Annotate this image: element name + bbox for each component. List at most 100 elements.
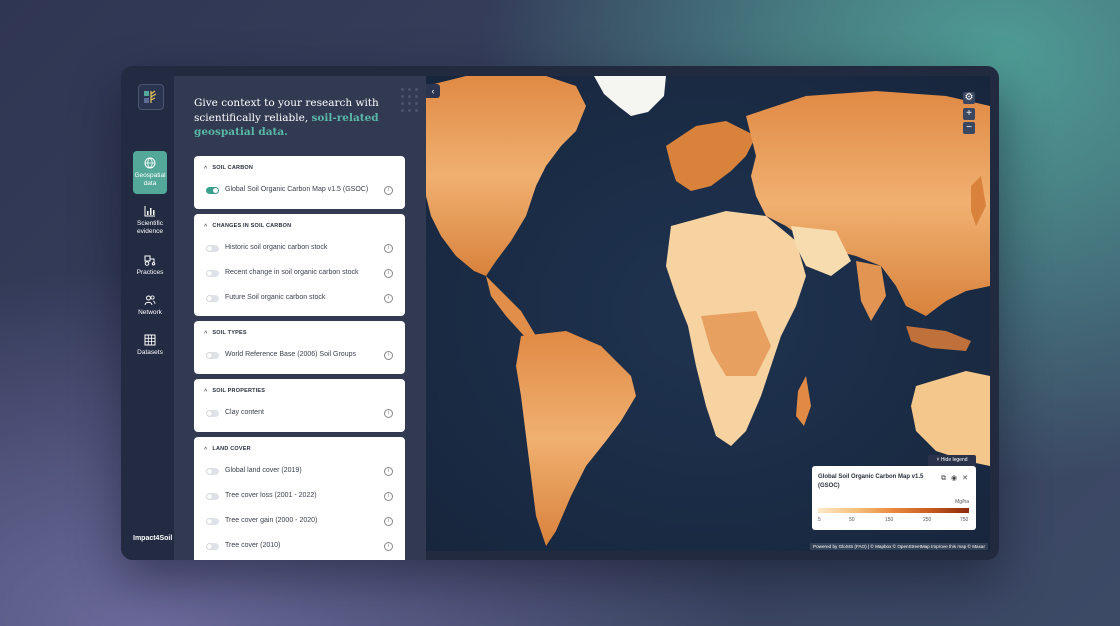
- layer-row: Historic soil organic carbon stock i: [206, 243, 395, 255]
- section-header[interactable]: ˄ CHANGES IN SOIL CARBON: [204, 223, 291, 229]
- section-soil-properties: ˄ SOIL PROPERTIES Clay content i: [194, 379, 405, 432]
- layer-row: Clay content i: [206, 408, 395, 420]
- app-logo[interactable]: [138, 84, 164, 110]
- nav-item-practices[interactable]: Practices: [133, 254, 167, 277]
- map-attribution[interactable]: Powered by GloSIS (FAO) | © Mapbox © Ope…: [810, 543, 988, 550]
- layer-toggle[interactable]: [206, 270, 219, 277]
- info-icon[interactable]: i: [384, 467, 393, 476]
- brand-name: Impact4Soil: [133, 535, 173, 542]
- section-land-cover: ˄ LAND COVER Global land cover (2019) i T…: [194, 437, 405, 560]
- layer-toggle[interactable]: [206, 245, 219, 252]
- layers-icon[interactable]: ⧉: [941, 475, 946, 482]
- decorative-dots: [399, 86, 419, 114]
- legend-tick: 150: [885, 517, 894, 523]
- bar-chart-icon: [144, 206, 155, 217]
- section-header[interactable]: ˄ LAND COVER: [204, 446, 251, 452]
- layer-row: Global land cover (2019) i: [206, 466, 395, 478]
- layer-label: Global Soil Organic Carbon Map v1.5 (GSO…: [225, 186, 369, 193]
- chevron-up-icon: ˄: [204, 388, 208, 394]
- nav-item-network[interactable]: Network: [133, 294, 167, 317]
- layer-label: Clay content: [225, 409, 264, 416]
- legend-tick: 5: [818, 517, 821, 523]
- nav-item-label: Geospatial data: [134, 172, 166, 187]
- layer-toggle[interactable]: [206, 543, 219, 550]
- layer-row: Tree cover (2010) i: [206, 541, 395, 553]
- hide-legend-label: Hide legend: [940, 457, 968, 463]
- eye-icon[interactable]: ◉: [951, 475, 957, 482]
- layer-toggle[interactable]: [206, 518, 219, 525]
- nav-item-label: Scientific evidence: [136, 220, 164, 235]
- layer-row: Future Soil organic carbon stock i: [206, 293, 395, 305]
- layer-row: Tree cover gain (2000 - 2020) i: [206, 516, 395, 528]
- section-header[interactable]: ˄ SOIL CARBON: [204, 165, 253, 171]
- nav-item-geospatial-data[interactable]: Geospatial data: [133, 151, 167, 194]
- layer-row: World Reference Base (2006) Soil Groups …: [206, 350, 395, 362]
- legend-tick: 50: [849, 517, 855, 523]
- zoom-in-button[interactable]: +: [963, 108, 975, 120]
- info-icon[interactable]: i: [384, 517, 393, 526]
- chevron-up-icon: ˄: [204, 446, 208, 452]
- nav-item-label: Datasets: [137, 349, 163, 356]
- hide-legend-button[interactable]: ˅ Hide legend: [928, 455, 976, 466]
- chevron-up-icon: ˄: [204, 165, 208, 171]
- nav-item-label: Network: [138, 309, 162, 316]
- info-icon[interactable]: i: [384, 492, 393, 501]
- layer-label: Recent change in soil organic carbon sto…: [225, 269, 359, 276]
- layer-toggle[interactable]: [206, 352, 219, 359]
- chevron-up-icon: ˄: [204, 223, 208, 229]
- section-title: LAND COVER: [212, 446, 251, 452]
- layer-label: Future Soil organic carbon stock: [225, 294, 326, 301]
- legend-color-ramp: [818, 508, 969, 513]
- info-icon[interactable]: i: [384, 351, 393, 360]
- layer-row: Tree cover loss (2001 - 2022) i: [206, 491, 395, 503]
- nav-item-datasets[interactable]: Datasets: [133, 334, 167, 357]
- info-icon[interactable]: i: [384, 409, 393, 418]
- settings-icon[interactable]: ⚙: [963, 92, 975, 104]
- users-icon: [144, 295, 156, 306]
- layer-label: Tree cover loss (2001 - 2022): [225, 492, 317, 499]
- layer-toggle[interactable]: [206, 187, 219, 194]
- layer-label: World Reference Base (2006) Soil Groups: [225, 351, 356, 358]
- map-view[interactable]: ‹ ⚙ + − ˅ Hide legend Global Soil Organi…: [426, 76, 990, 551]
- layer-label: Historic soil organic carbon stock: [225, 244, 328, 251]
- nav-item-scientific-evidence[interactable]: Scientific evidence: [133, 205, 167, 236]
- layer-label: Global land cover (2019): [225, 467, 302, 474]
- layer-row: Recent change in soil organic carbon sto…: [206, 268, 395, 280]
- map-legend: Global Soil Organic Carbon Map v1.5 (GSO…: [812, 466, 976, 530]
- layer-toggle[interactable]: [206, 493, 219, 500]
- table-icon: [144, 334, 156, 346]
- legend-tick: 750: [960, 517, 969, 523]
- section-changes-in-soil-carbon: ˄ CHANGES IN SOIL CARBON Historic soil or…: [194, 214, 405, 316]
- info-icon[interactable]: i: [384, 294, 393, 303]
- layer-label: Tree cover (2010): [225, 542, 281, 549]
- legend-title: Global Soil Organic Carbon Map v1.5 (GSO…: [818, 474, 924, 489]
- nav-item-label: Practices: [136, 269, 164, 276]
- tractor-icon: [144, 255, 156, 266]
- section-title: SOIL TYPES: [212, 330, 247, 336]
- section-title: SOIL CARBON: [212, 165, 254, 171]
- layer-toggle[interactable]: [206, 410, 219, 417]
- layer-row: Global Soil Organic Carbon Map v1.5 (GSO…: [206, 185, 395, 197]
- info-icon[interactable]: i: [384, 186, 393, 195]
- layer-label: Tree cover gain (2000 - 2020): [225, 517, 318, 524]
- collapse-panel-button[interactable]: ‹: [426, 84, 440, 98]
- panel-headline: Give context to your research with scien…: [194, 96, 394, 140]
- legend-unit: Mg/ha: [955, 499, 969, 505]
- app-window: Geospatial data Scientific evidence Prac…: [121, 66, 999, 560]
- close-icon[interactable]: ✕: [962, 475, 968, 482]
- section-title: SOIL PROPERTIES: [212, 388, 266, 394]
- globe-icon: [144, 157, 156, 169]
- layer-toggle[interactable]: [206, 295, 219, 302]
- layer-toggle[interactable]: [206, 468, 219, 475]
- info-icon[interactable]: i: [384, 542, 393, 551]
- section-header[interactable]: ˄ SOIL TYPES: [204, 330, 247, 336]
- section-soil-types: ˄ SOIL TYPES World Reference Base (2006) …: [194, 321, 405, 374]
- legend-ticks: 5 50 150 250 750: [818, 517, 969, 524]
- left-nav: Geospatial data Scientific evidence Prac…: [121, 66, 174, 560]
- zoom-out-button[interactable]: −: [963, 122, 975, 134]
- legend-actions: ⧉ ◉ ✕: [936, 474, 968, 483]
- layer-panel: Give context to your research with scien…: [174, 76, 426, 560]
- section-header[interactable]: ˄ SOIL PROPERTIES: [204, 388, 265, 394]
- info-icon[interactable]: i: [384, 269, 393, 278]
- info-icon[interactable]: i: [384, 244, 393, 253]
